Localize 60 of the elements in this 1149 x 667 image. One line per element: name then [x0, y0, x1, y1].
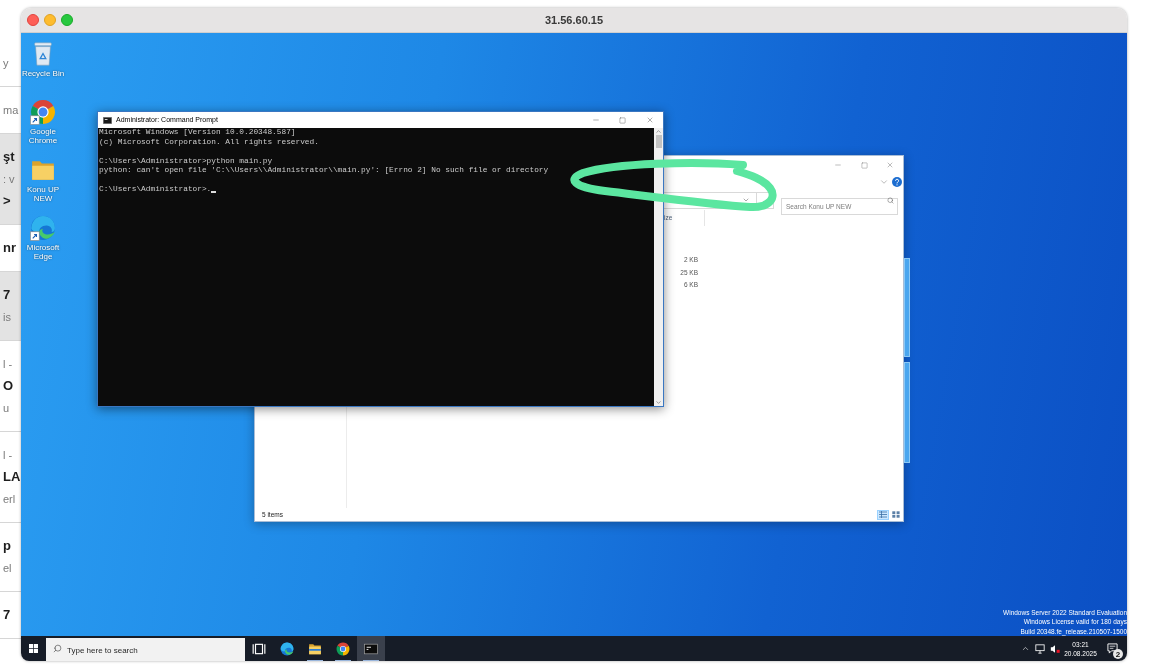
large-icons-view-icon	[892, 511, 900, 518]
scrollbar-thumb[interactable]	[655, 135, 662, 148]
page-text-fragment: nr	[2, 239, 17, 257]
search-field[interactable]: Type here to search	[46, 638, 245, 661]
chrome-icon	[30, 99, 56, 125]
scrollbar[interactable]	[654, 128, 663, 406]
page-text-fragment: erl	[2, 492, 17, 507]
desktop-shortcut[interactable]: Recycle Bin	[21, 39, 65, 94]
minimize-button[interactable]	[44, 14, 56, 26]
task-view-icon	[252, 641, 266, 656]
zoom-button[interactable]	[61, 14, 73, 26]
help-icon[interactable]	[892, 177, 902, 187]
minimize-icon	[591, 116, 600, 124]
window-title: 31.56.60.15	[544, 12, 604, 28]
terminal-icon	[364, 641, 378, 656]
page-text-fragment: l -	[2, 448, 14, 463]
chevron-up-icon	[1020, 644, 1030, 653]
desktop-shortcut[interactable]: Microsoft Edge	[21, 213, 65, 268]
page-text-fragment: : v	[2, 172, 16, 187]
edge-icon	[280, 641, 294, 656]
notification-button[interactable]: 2	[1099, 636, 1125, 661]
details-view-button[interactable]	[877, 509, 889, 520]
close-icon	[645, 116, 654, 124]
scroll-up-icon[interactable]	[655, 128, 662, 135]
desktop-shortcut[interactable]: Google Chrome	[21, 97, 65, 152]
page-text-fragment: y	[2, 56, 10, 71]
scroll-down-icon[interactable]	[655, 399, 662, 406]
page-text-fragment: O	[2, 377, 15, 395]
desktop-shortcut[interactable]: Konu UP NEW	[21, 155, 65, 210]
taskbar-app-button[interactable]	[357, 636, 385, 661]
maximize-icon	[619, 116, 626, 124]
dropdown-icon[interactable]	[742, 196, 750, 204]
terminal-icon	[103, 116, 112, 124]
search-icon	[887, 196, 894, 204]
folder-icon	[308, 641, 322, 656]
page-text-fragment: is	[2, 310, 12, 325]
page-text-fragment: l -	[2, 357, 14, 372]
text-cursor	[211, 191, 216, 193]
page-text-fragment: el	[2, 561, 13, 576]
windows-logo-icon	[29, 644, 38, 653]
speaker-muted-icon	[1049, 643, 1060, 654]
page-text-fragment: >	[2, 192, 12, 210]
page-text-fragment: 7	[2, 606, 12, 624]
minimize-icon	[834, 161, 842, 169]
details-view-icon	[879, 511, 887, 518]
close-icon	[886, 161, 894, 169]
page-text-fragment: p	[2, 537, 12, 555]
page-text-fragment: LA	[2, 468, 21, 486]
page-text-fragment: şt	[2, 148, 16, 166]
chrome-icon	[336, 641, 350, 656]
maximize-icon	[860, 161, 868, 169]
page-text-fragment: ma	[2, 103, 20, 118]
page-text-fragment: 7	[2, 286, 12, 304]
edge-icon	[30, 215, 56, 241]
search-icon	[53, 644, 62, 653]
large-icons-view-button[interactable]	[890, 509, 902, 520]
page-text-fragment: u	[2, 401, 11, 416]
network-monitor-icon	[1034, 643, 1045, 654]
close-button[interactable]	[27, 14, 39, 26]
notification-icon	[1106, 643, 1118, 654]
